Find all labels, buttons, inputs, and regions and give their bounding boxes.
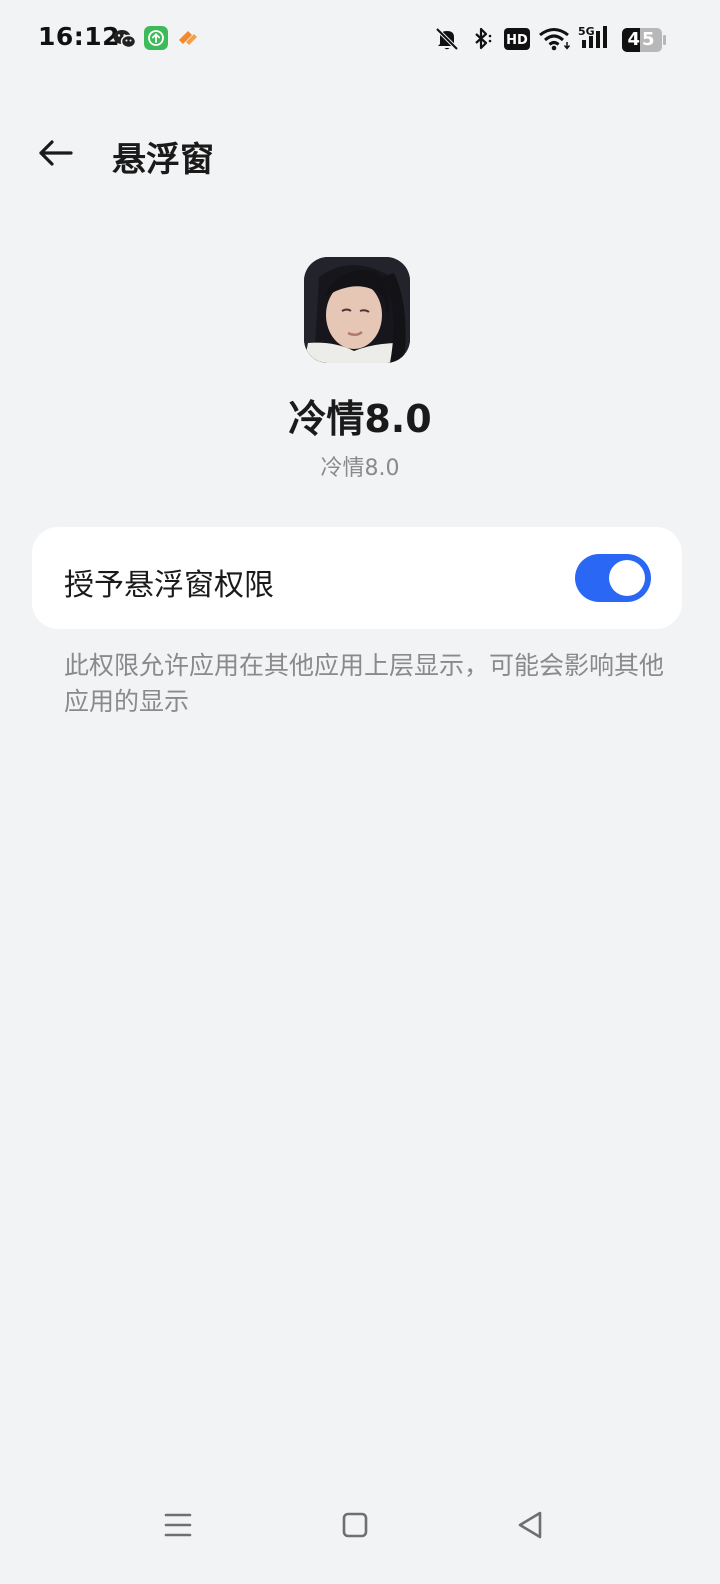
menu-icon [164, 1513, 192, 1537]
signal-icon: 5G [578, 24, 614, 56]
battery-level: 45 [627, 29, 657, 50]
back-icon [518, 1511, 542, 1539]
hd-icon: HD [504, 28, 530, 54]
nav-back-button[interactable] [505, 1500, 555, 1550]
status-time: 16:12 [38, 22, 121, 51]
bluetooth-icon [470, 26, 496, 56]
upload-app-icon [144, 26, 168, 54]
permission-label: 授予悬浮窗权限 [64, 568, 274, 603]
back-arrow-icon [39, 140, 73, 166]
home-icon [342, 1512, 368, 1538]
mute-bell-icon [434, 26, 460, 56]
back-button[interactable] [30, 128, 80, 178]
permission-toggle[interactable] [575, 554, 651, 602]
nav-menu-button[interactable] [153, 1500, 203, 1550]
toggle-knob [609, 560, 645, 596]
permission-card: 授予悬浮窗权限 [32, 527, 682, 629]
status-bar: 16:12 HD 5G 45 [0, 0, 720, 80]
app-avatar [304, 257, 410, 363]
permission-description: 此权限允许应用在其他应用上层显示，可能会影响其他应用的显示 [64, 651, 665, 716]
orange-app-icon [176, 26, 200, 54]
nav-home-button[interactable] [330, 1500, 380, 1550]
svg-text:HD: HD [506, 33, 528, 48]
battery-icon: 45 [622, 28, 668, 56]
app-name: 冷情8.0 [288, 397, 432, 441]
wifi-icon [538, 26, 572, 56]
app-subtitle: 冷情8.0 [320, 456, 400, 481]
page-title: 悬浮窗 [112, 140, 214, 180]
wechat-icon [112, 26, 138, 56]
